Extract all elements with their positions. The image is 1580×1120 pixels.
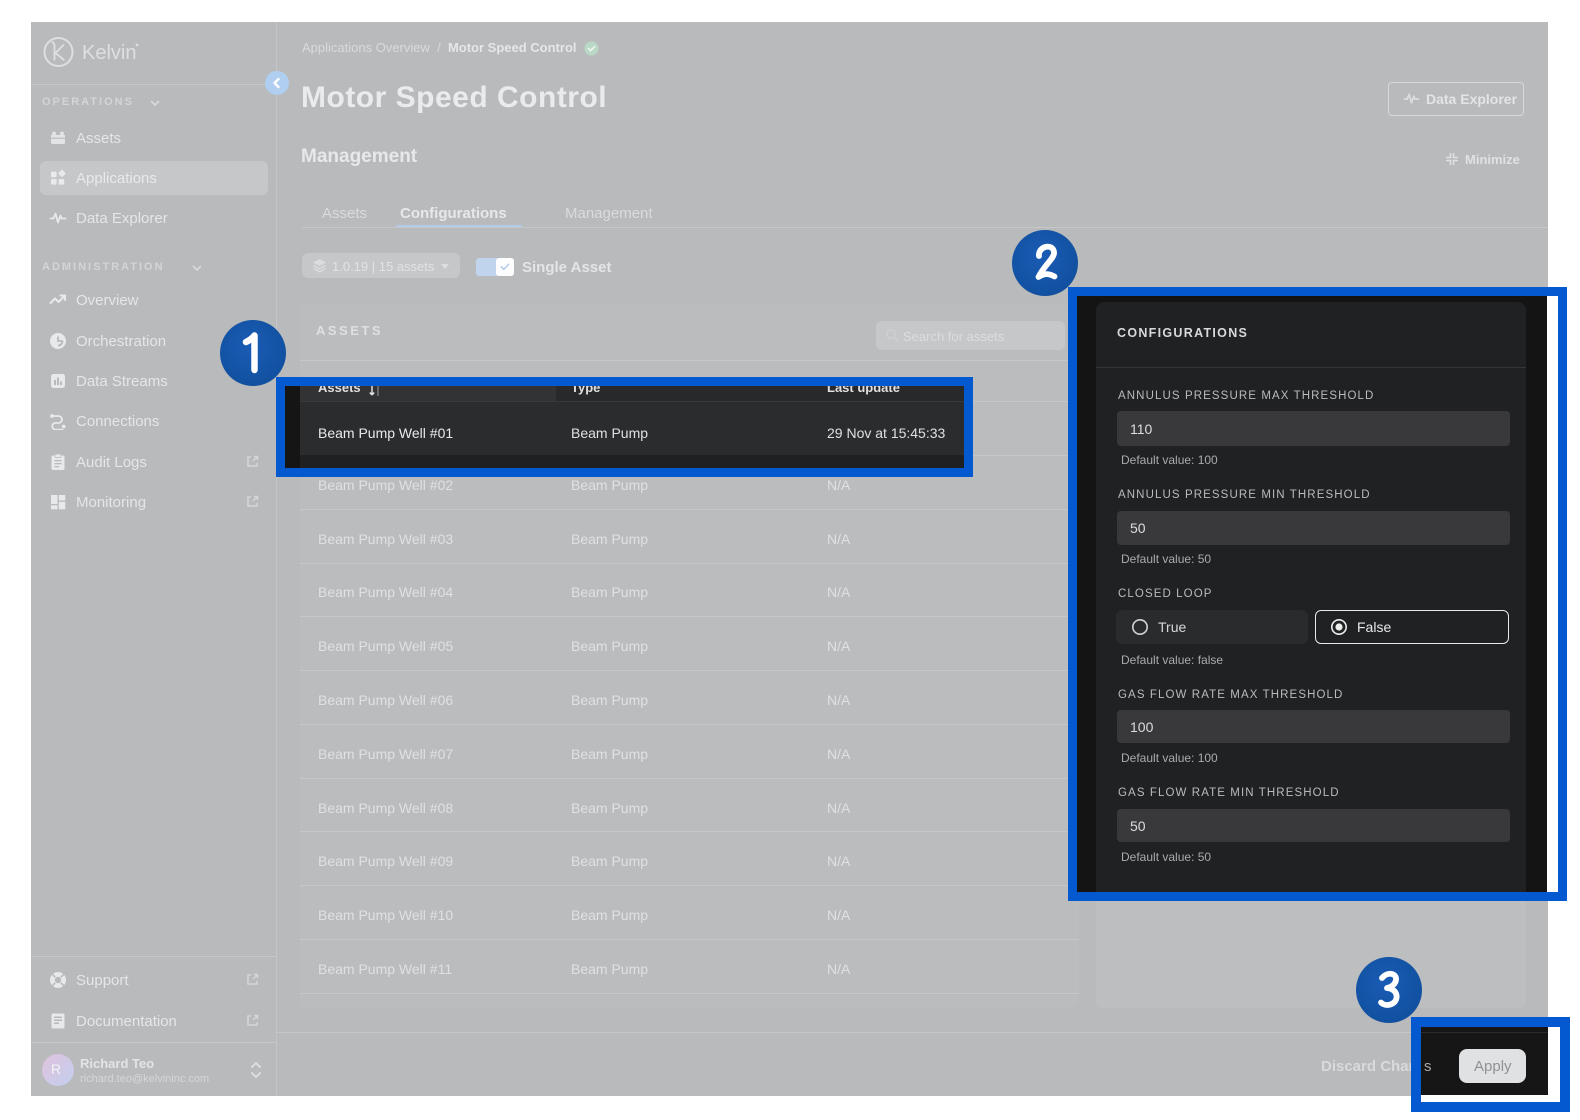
svg-text:Kelvin: Kelvin bbox=[82, 42, 136, 64]
